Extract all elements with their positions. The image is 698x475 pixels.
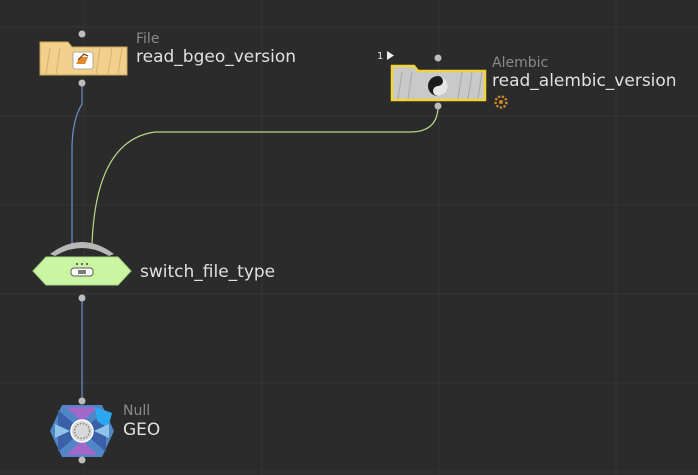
alembic-input-connector[interactable] — [434, 54, 442, 62]
gear-icon — [494, 95, 508, 109]
folder-icon — [72, 51, 94, 70]
switch-node[interactable]: switch_file_type — [32, 242, 275, 302]
file-output-connector[interactable] — [78, 79, 86, 87]
alembic-node-type: Alembic — [492, 55, 548, 71]
null-input-connector[interactable] — [78, 397, 86, 405]
wire-alembic-to-switch[interactable] — [91, 105, 439, 245]
alembic-node-name[interactable]: read_alembic_version — [492, 71, 677, 91]
file-node[interactable]: File read_bgeo_version — [39, 30, 296, 87]
switch-node-name[interactable]: switch_file_type — [140, 262, 275, 282]
alembic-icon — [428, 76, 448, 96]
null-node-type: Null — [123, 403, 150, 419]
alembic-node[interactable]: 1 Alembic read_alembic_version — [377, 51, 677, 110]
switch-output-connector[interactable] — [78, 294, 86, 302]
alembic-output-connector[interactable] — [434, 102, 442, 110]
network-editor-canvas[interactable]: File read_bgeo_version 1 Alembic read_al… — [0, 0, 698, 475]
file-node-name[interactable]: read_bgeo_version — [136, 47, 296, 67]
null-node-name[interactable]: GEO — [123, 420, 160, 440]
null-output-connector[interactable] — [78, 456, 86, 464]
file-node-type: File — [136, 31, 159, 47]
null-icon — [70, 419, 94, 443]
wire-file-to-switch[interactable] — [71, 84, 83, 244]
switch-node-handle — [50, 242, 114, 256]
alembic-input-count: 1 — [377, 51, 383, 62]
input-arrow-icon — [387, 51, 394, 60]
file-input-connector[interactable] — [78, 30, 86, 38]
null-node[interactable]: Null GEO — [50, 397, 160, 464]
